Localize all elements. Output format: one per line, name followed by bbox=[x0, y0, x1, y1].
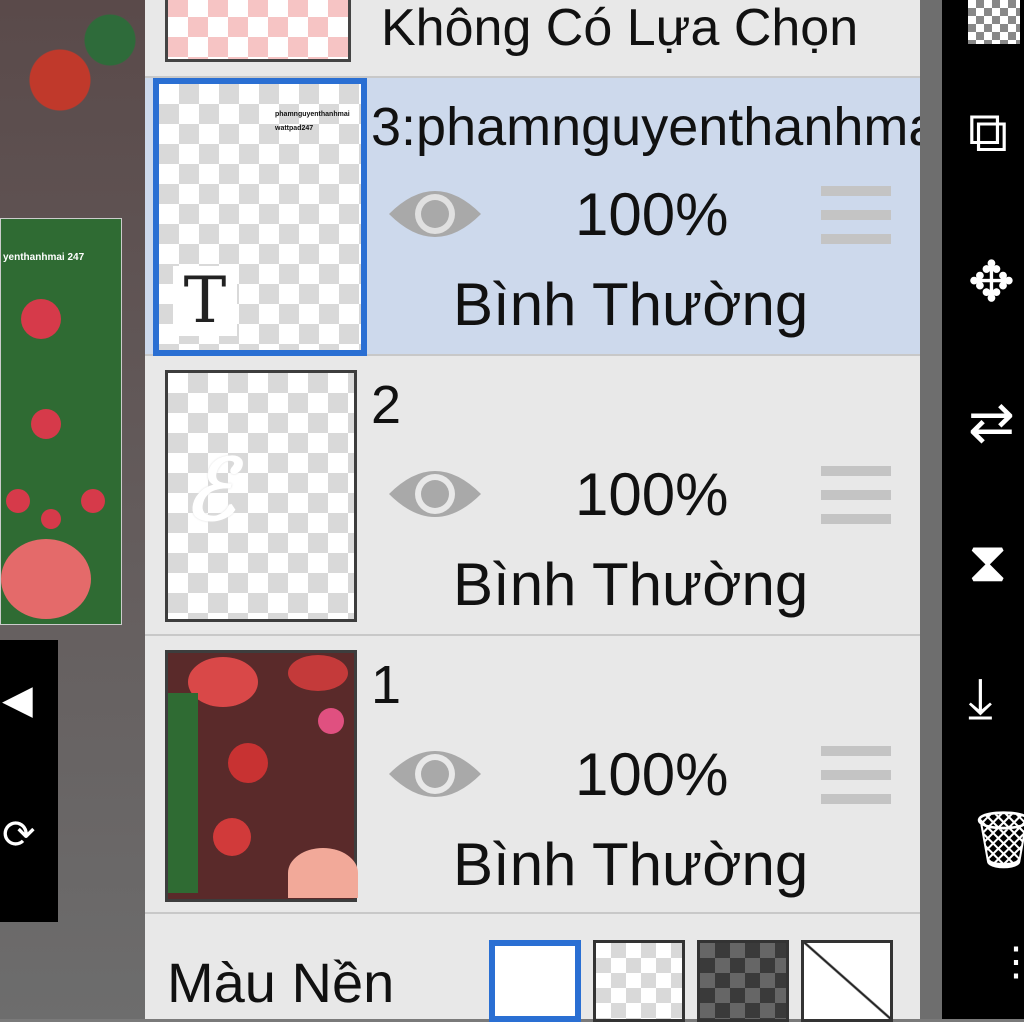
merge-icon[interactable]: ⧗ bbox=[968, 534, 1007, 590]
layer-row-1[interactable]: 1 100% Bình Thường bbox=[145, 636, 920, 914]
thumb-art: ℰ bbox=[184, 443, 235, 537]
left-toolbar: ◀ ⟳ bbox=[0, 640, 58, 922]
layer-thumbnail[interactable]: ℰ bbox=[165, 370, 357, 622]
rotate-icon[interactable]: ⟳ bbox=[2, 815, 36, 855]
layer-opacity[interactable]: 100% bbox=[575, 180, 728, 249]
selection-thumbnail bbox=[165, 0, 351, 62]
layer-row-3[interactable]: phamnguyenthanhmai wattpad247 T 3:phamng… bbox=[145, 78, 920, 356]
layer-name: 1 bbox=[371, 655, 402, 715]
bg-dark-checker-option[interactable] bbox=[697, 940, 789, 1022]
bg-white-option[interactable] bbox=[489, 940, 581, 1022]
background-color-label: Màu Nền bbox=[167, 951, 395, 1014]
canvas-preview-text: yenthanhmai 247 bbox=[3, 252, 85, 263]
layer-blend-mode[interactable]: Bình Thường bbox=[453, 830, 808, 899]
panel-gap bbox=[920, 0, 942, 1019]
layer-copy-icon[interactable]: ⧉ bbox=[968, 104, 1008, 160]
layer-name: 3:phamnguyenthanhmai bbox=[371, 97, 920, 157]
layer-blend-mode[interactable]: Bình Thường bbox=[453, 550, 808, 619]
flip-horizontal-icon[interactable]: ◀ bbox=[2, 680, 33, 720]
layer-opacity[interactable]: 100% bbox=[575, 460, 728, 529]
layers-panel: Không Có Lựa Chọn phamnguyenthanhmai wat… bbox=[145, 0, 920, 1022]
flip-icon[interactable]: ⇄ bbox=[968, 394, 1015, 450]
trash-icon[interactable]: 🗑 bbox=[968, 812, 1024, 868]
checker-icon[interactable] bbox=[968, 0, 1020, 44]
selection-layer-row[interactable]: Không Có Lựa Chọn bbox=[145, 0, 920, 78]
bg-light-checker-option[interactable] bbox=[593, 940, 685, 1022]
merge-down-icon[interactable]: ⤓ bbox=[968, 670, 993, 726]
drag-handle-icon[interactable] bbox=[821, 186, 891, 258]
layer-thumbnail[interactable]: phamnguyenthanhmai wattpad247 T bbox=[153, 78, 367, 356]
canvas-preview: yenthanhmai 247 bbox=[0, 218, 122, 625]
eye-icon[interactable] bbox=[387, 462, 483, 526]
drag-handle-icon[interactable] bbox=[821, 746, 891, 818]
layer-row-2[interactable]: ℰ 2 100% Bình Thường bbox=[145, 356, 920, 636]
thumb-text: phamnguyenthanhmai wattpad247 bbox=[275, 111, 350, 132]
text-layer-icon: T bbox=[173, 266, 237, 336]
selection-label: Không Có Lựa Chọn bbox=[381, 0, 859, 57]
layer-blend-mode[interactable]: Bình Thường bbox=[453, 270, 808, 339]
move-icon[interactable]: ✥ bbox=[968, 254, 1015, 310]
layer-thumbnail[interactable] bbox=[165, 650, 358, 902]
bg-none-option[interactable] bbox=[801, 940, 893, 1022]
eye-icon[interactable] bbox=[387, 742, 483, 806]
right-toolbar: ⧉ ✥ ⇄ ⧗ ⤓ 🗑 ⋮ bbox=[942, 0, 1024, 1019]
layer-name: 2 bbox=[371, 375, 402, 435]
more-icon[interactable]: ⋮ bbox=[996, 942, 1024, 982]
drag-handle-icon[interactable] bbox=[821, 466, 891, 538]
eye-icon[interactable] bbox=[387, 182, 483, 246]
layer-opacity[interactable]: 100% bbox=[575, 740, 728, 809]
